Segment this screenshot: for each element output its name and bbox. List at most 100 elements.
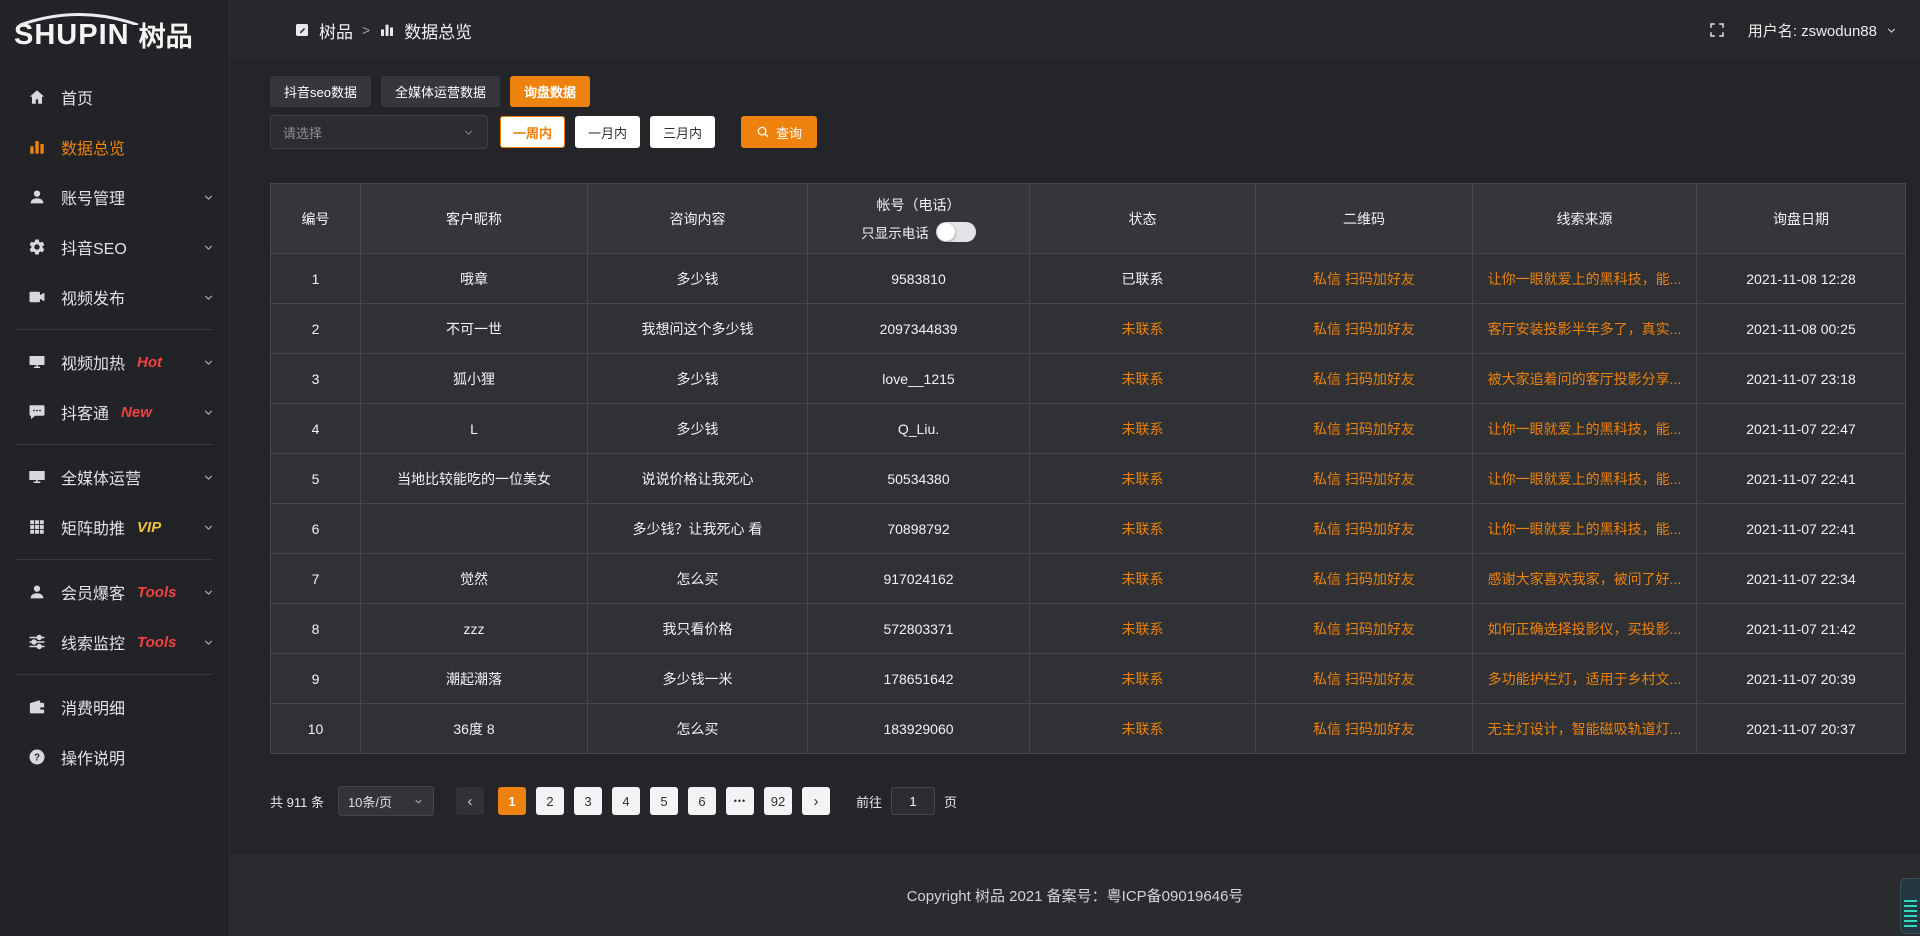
- status-badge: 未联系: [1122, 371, 1164, 387]
- source-link[interactable]: 感谢大家喜欢我家，被问了好...: [1488, 571, 1682, 587]
- cell-source: 让你一眼就爱上的黑科技，能...: [1473, 504, 1697, 554]
- chevron-down-icon: [202, 586, 215, 599]
- sidebar-item-badge: New: [121, 404, 152, 421]
- tab-douyin-seo-data[interactable]: 抖音seo数据: [270, 76, 371, 107]
- page-ellipsis[interactable]: •••: [726, 787, 754, 815]
- sidebar-item-label: 视频加热: [61, 350, 125, 374]
- sidebar-item-douketong[interactable]: 抖客通 New: [0, 387, 229, 437]
- source-link[interactable]: 让你一眼就爱上的黑科技，能...: [1488, 271, 1682, 287]
- range-button-2[interactable]: 三月内: [650, 116, 715, 148]
- sidebar-item-omnimedia-operation[interactable]: 全媒体运营: [0, 452, 229, 502]
- page-button-92[interactable]: 92: [764, 787, 792, 815]
- range-button-0[interactable]: 一周内: [500, 116, 565, 148]
- sidebar-item-data-overview[interactable]: 数据总览: [0, 122, 229, 172]
- source-link[interactable]: 让你一眼就爱上的黑科技，能...: [1488, 471, 1682, 487]
- page-button-3[interactable]: 3: [574, 787, 602, 815]
- table-row: 6多少钱？让我死心 看70898792未联系私信 扫码加好友让你一眼就爱上的黑科…: [271, 504, 1906, 554]
- cell-nickname: 潮起潮落: [361, 654, 588, 704]
- source-link[interactable]: 客厅安装投影半年多了，真实...: [1488, 321, 1682, 337]
- range-buttons: 一周内一月内三月内: [500, 116, 715, 148]
- cell-date: 2021-11-07 22:41: [1697, 504, 1906, 554]
- user-menu[interactable]: 用户名: zswodun88: [1748, 20, 1898, 41]
- cell-status: 未联系: [1030, 404, 1256, 454]
- page-button-5[interactable]: 5: [650, 787, 678, 815]
- page-buttons: 123456 ••• 92: [498, 787, 802, 815]
- sidebar-item-video-publish[interactable]: 视频发布: [0, 272, 229, 322]
- col-date: 询盘日期: [1697, 184, 1906, 254]
- phone-only-toggle[interactable]: [936, 222, 976, 242]
- sidebar-item-matrix-boost[interactable]: 矩阵助推VIP: [0, 502, 229, 552]
- account-select[interactable]: 请选择: [270, 115, 488, 149]
- page-button-2[interactable]: 2: [536, 787, 564, 815]
- sidebar-item-clue-monitor[interactable]: 线索监控Tools: [0, 617, 229, 667]
- qr-link[interactable]: 私信 扫码加好友: [1313, 521, 1415, 537]
- cell-qrcode: 私信 扫码加好友: [1256, 254, 1473, 304]
- qr-link[interactable]: 私信 扫码加好友: [1313, 471, 1415, 487]
- sidebar-item-label: 抖客通: [61, 400, 109, 424]
- cell-account: 183929060: [808, 704, 1030, 754]
- qr-link[interactable]: 私信 扫码加好友: [1313, 571, 1415, 587]
- cell-content: 多少钱一米: [588, 654, 808, 704]
- sidebar-item-operation-guide[interactable]: ?操作说明: [0, 732, 229, 782]
- sidebar-menu: 首页数据总览账号管理抖音SEO视频发布视频加热Hot 抖客通 New 全媒体运营矩阵助…: [0, 60, 229, 782]
- qr-link[interactable]: 私信 扫码加好友: [1313, 371, 1415, 387]
- sidebar-item-video-heating[interactable]: 视频加热Hot: [0, 337, 229, 387]
- user-icon: [28, 188, 46, 206]
- tab-inquiry-data[interactable]: 询盘数据: [510, 76, 590, 107]
- sidebar-divider: [16, 559, 213, 560]
- page-size-value: 10条/页: [348, 792, 413, 811]
- wallet-icon: [28, 698, 46, 716]
- question-icon: ?: [28, 748, 46, 766]
- status-badge: 未联系: [1122, 571, 1164, 587]
- page-button-6[interactable]: 6: [688, 787, 716, 815]
- cell-nickname: 哦章: [361, 254, 588, 304]
- sidebar-item-home[interactable]: 首页: [0, 72, 229, 122]
- goto-page: 前往 页: [856, 787, 957, 815]
- source-link[interactable]: 让你一眼就爱上的黑科技，能...: [1488, 521, 1682, 537]
- sidebar-item-member-baoke[interactable]: 会员爆客Tools: [0, 567, 229, 617]
- next-page-button[interactable]: ›: [802, 787, 830, 815]
- breadcrumb: 树品 > 数据总览: [294, 18, 472, 43]
- cell-qrcode: 私信 扫码加好友: [1256, 404, 1473, 454]
- cell-date: 2021-11-07 23:18: [1697, 354, 1906, 404]
- cell-source: 无主灯设计，智能磁吸轨道灯...: [1473, 704, 1697, 754]
- qr-link[interactable]: 私信 扫码加好友: [1313, 671, 1415, 687]
- floating-widget[interactable]: [1900, 878, 1920, 934]
- main: 树品 > 数据总览 用户名: zswodun88: [230, 0, 1920, 936]
- person-icon: [28, 583, 46, 601]
- qr-link[interactable]: 私信 扫码加好友: [1313, 321, 1415, 337]
- qr-link[interactable]: 私信 扫码加好友: [1313, 271, 1415, 287]
- tab-omnimedia-data[interactable]: 全媒体运营数据: [381, 76, 500, 107]
- cell-status: 未联系: [1030, 504, 1256, 554]
- fullscreen-icon[interactable]: [1708, 21, 1726, 39]
- sidebar-item-douyin-seo[interactable]: 抖音SEO: [0, 222, 229, 272]
- goto-page-input[interactable]: [891, 787, 935, 815]
- cell-qrcode: 私信 扫码加好友: [1256, 454, 1473, 504]
- cell-source: 让你一眼就爱上的黑科技，能...: [1473, 454, 1697, 504]
- source-link[interactable]: 让你一眼就爱上的黑科技，能...: [1488, 421, 1682, 437]
- source-link[interactable]: 多功能护栏灯，适用于乡村文...: [1488, 671, 1682, 687]
- sidebar-item-account-management[interactable]: 账号管理: [0, 172, 229, 222]
- page-button-1[interactable]: 1: [498, 787, 526, 815]
- cell-status: 未联系: [1030, 654, 1256, 704]
- search-button[interactable]: 查询: [741, 116, 817, 148]
- source-link[interactable]: 如何正确选择投影仪，买投影...: [1488, 621, 1682, 637]
- status-badge: 未联系: [1122, 321, 1164, 337]
- cell-status: 未联系: [1030, 554, 1256, 604]
- range-button-1[interactable]: 一月内: [575, 116, 640, 148]
- cell-nickname: 狐小狸: [361, 354, 588, 404]
- footer: Copyright 树品 2021 备案号：粤ICP备09019646号: [230, 854, 1920, 936]
- prev-page-button[interactable]: ‹: [456, 787, 484, 815]
- source-link[interactable]: 无主灯设计，智能磁吸轨道灯...: [1488, 721, 1682, 737]
- logo-text-cn: 树品: [139, 7, 193, 54]
- sidebar-item-consumption-detail[interactable]: 消费明细: [0, 682, 229, 732]
- qr-link[interactable]: 私信 扫码加好友: [1313, 421, 1415, 437]
- page-button-4[interactable]: 4: [612, 787, 640, 815]
- breadcrumb-root[interactable]: 树品: [319, 18, 353, 43]
- page-size-select[interactable]: 10条/页: [338, 786, 434, 816]
- compose-icon: [294, 22, 310, 38]
- qr-link[interactable]: 私信 扫码加好友: [1313, 621, 1415, 637]
- topbar: 树品 > 数据总览 用户名: zswodun88: [230, 0, 1920, 60]
- source-link[interactable]: 被大家追着问的客厅投影分享...: [1488, 371, 1682, 387]
- qr-link[interactable]: 私信 扫码加好友: [1313, 721, 1415, 737]
